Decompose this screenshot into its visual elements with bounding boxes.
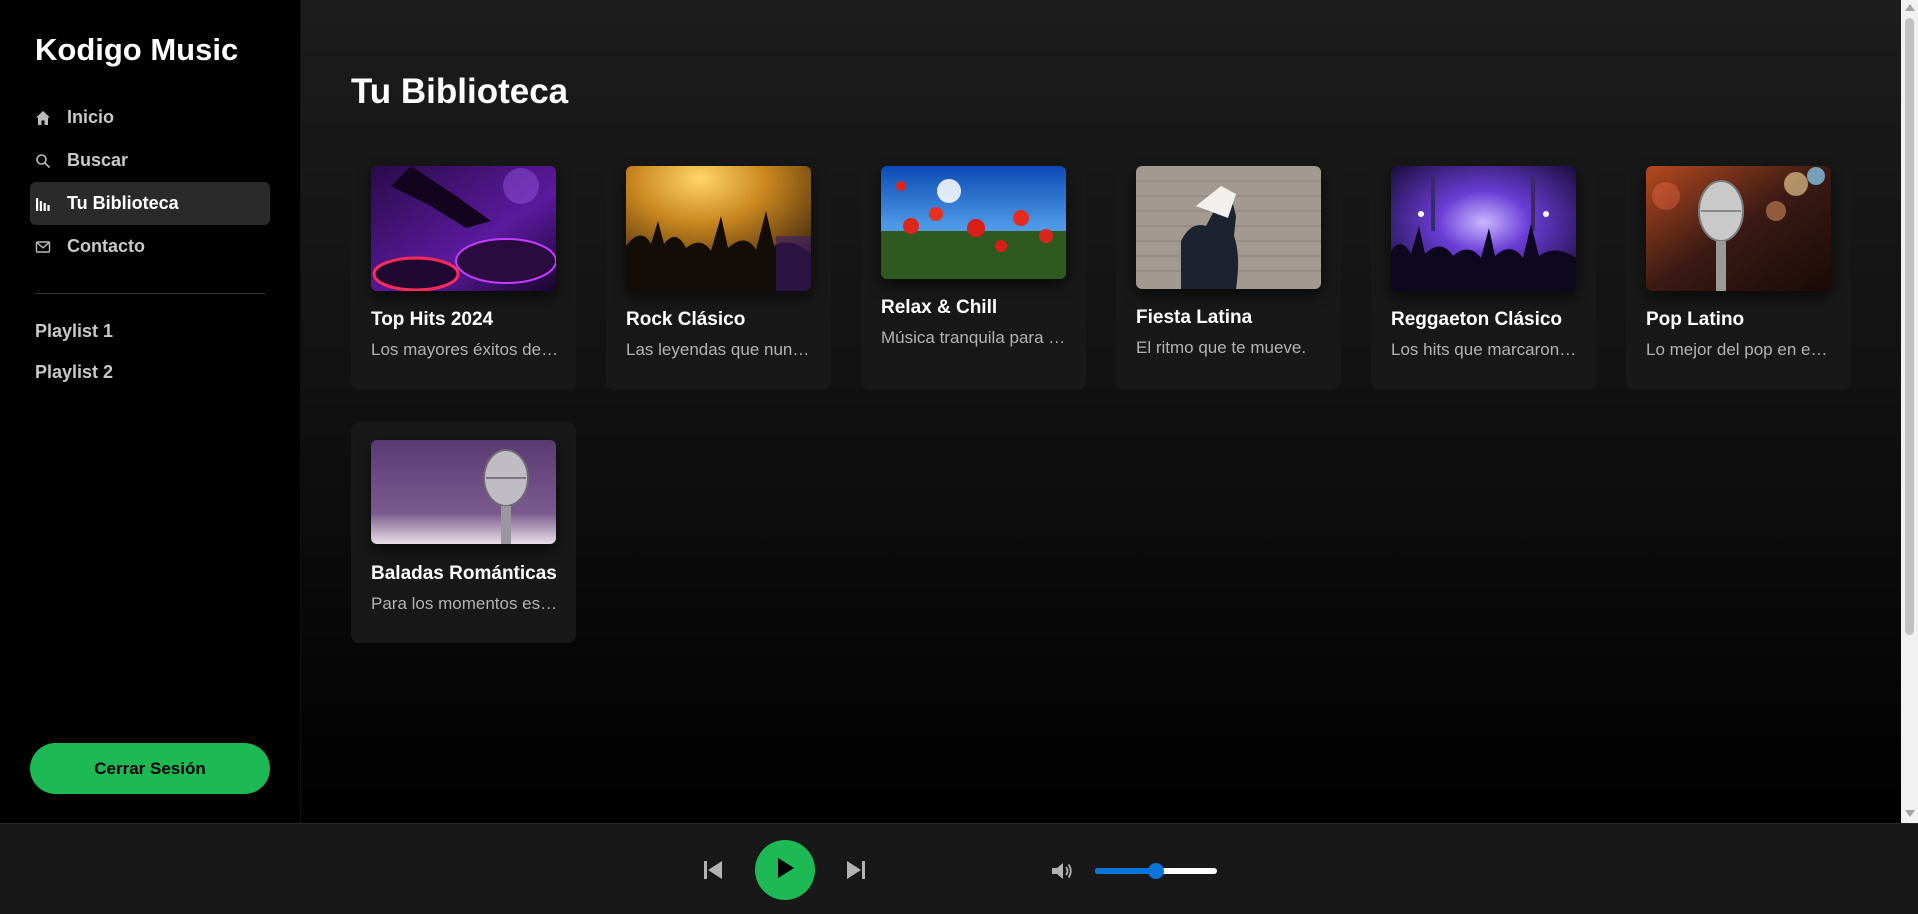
app-logo[interactable]: Kodigo Music [35, 32, 238, 68]
sidebar-item-label: Tu Biblioteca [67, 193, 179, 213]
main-content: Tu Biblioteca Top Hits 2024 Los mayores … [301, 0, 1901, 823]
card-title: Rock Clásico [626, 309, 746, 330]
play-button[interactable] [755, 840, 815, 900]
card-title: Reggaeton Clásico [1391, 309, 1563, 330]
card-description: Las leyendas que nunca mueren [626, 340, 814, 359]
volume-icon[interactable] [1050, 860, 1074, 887]
sidebar-item-label: Inicio [67, 107, 115, 127]
card-title: Relax & Chill [881, 297, 998, 318]
playlist-card[interactable]: Reggaeton Clásico Los hits que marcaron … [1371, 148, 1596, 390]
card-description: Para los momentos especiales [371, 594, 559, 613]
playlist-card[interactable]: Relax & Chill Música tranquila para rela… [861, 148, 1086, 390]
card-title: Fiesta Latina [1136, 307, 1253, 328]
card-description: El ritmo que te mueve. [1136, 338, 1307, 357]
playlist-item[interactable]: Playlist 2 [35, 359, 113, 400]
card-description: Los mayores éxitos del 2024 [371, 340, 559, 359]
card-description: Lo mejor del pop en español [1646, 340, 1834, 359]
sidebar-divider [35, 293, 265, 294]
sidebar-item-buscar[interactable]: Buscar [30, 139, 270, 182]
sidebar-item-contacto[interactable]: Contacto [30, 225, 270, 268]
logout-button[interactable]: Cerrar Sesión [30, 743, 270, 794]
search-icon [35, 151, 67, 171]
playlist-card[interactable]: Top Hits 2024 Los mayores éxitos del 202… [351, 148, 576, 390]
sidebar-item-tu-biblioteca[interactable]: Tu Biblioteca [30, 182, 270, 225]
sidebar-item-inicio[interactable]: Inicio [30, 96, 270, 139]
sidebar: Kodigo Music Inicio Buscar Tu Biblioteca… [0, 0, 301, 823]
scrollbar-thumb[interactable] [1905, 18, 1914, 635]
playlist-card[interactable]: Pop Latino Lo mejor del pop en español [1626, 148, 1851, 390]
play-icon [775, 857, 795, 884]
player-bar [0, 823, 1918, 914]
playlist-list: Playlist 1 Playlist 2 [35, 318, 113, 400]
next-icon[interactable] [845, 859, 867, 886]
card-title: Baladas Románticas [371, 563, 557, 584]
sidebar-nav: Inicio Buscar Tu Biblioteca Contacto [30, 96, 270, 268]
card-description: Música tranquila para relajarte [881, 328, 1069, 347]
card-image-concert-stage [1391, 166, 1576, 291]
card-image-microphone-bokeh [1646, 166, 1831, 291]
volume-slider[interactable] [1095, 863, 1217, 879]
card-description: Los hits que marcaron una época [1391, 340, 1579, 359]
previous-icon[interactable] [702, 859, 724, 886]
playlist-card[interactable]: Baladas Románticas Para los momentos esp… [351, 422, 576, 643]
sidebar-item-label: Contacto [67, 236, 145, 256]
volume-slider-fill [1095, 868, 1156, 874]
card-image-microphone-purple [371, 440, 556, 544]
scroll-up-icon[interactable] [1905, 4, 1915, 11]
playlist-item[interactable]: Playlist 1 [35, 318, 113, 359]
main-scrollbar[interactable] [1901, 0, 1918, 823]
sidebar-item-label: Buscar [67, 150, 129, 170]
home-icon [35, 108, 67, 128]
card-image-poppies [881, 166, 1066, 279]
playlist-card[interactable]: Rock Clásico Las leyendas que nunca muer… [606, 148, 831, 390]
card-image-concert-crowd [626, 166, 811, 291]
mail-icon [35, 237, 67, 257]
card-title: Pop Latino [1646, 309, 1745, 330]
volume-slider-handle[interactable] [1148, 863, 1164, 879]
page-title: Tu Biblioteca [351, 72, 569, 111]
card-title: Top Hits 2024 [371, 309, 494, 330]
library-icon [35, 194, 67, 214]
playlist-card[interactable]: Fiesta Latina El ritmo que te mueve. [1116, 148, 1341, 390]
card-image-dj-turntable [371, 166, 556, 291]
scroll-down-icon[interactable] [1905, 810, 1915, 817]
card-image-person-wall [1136, 166, 1321, 289]
